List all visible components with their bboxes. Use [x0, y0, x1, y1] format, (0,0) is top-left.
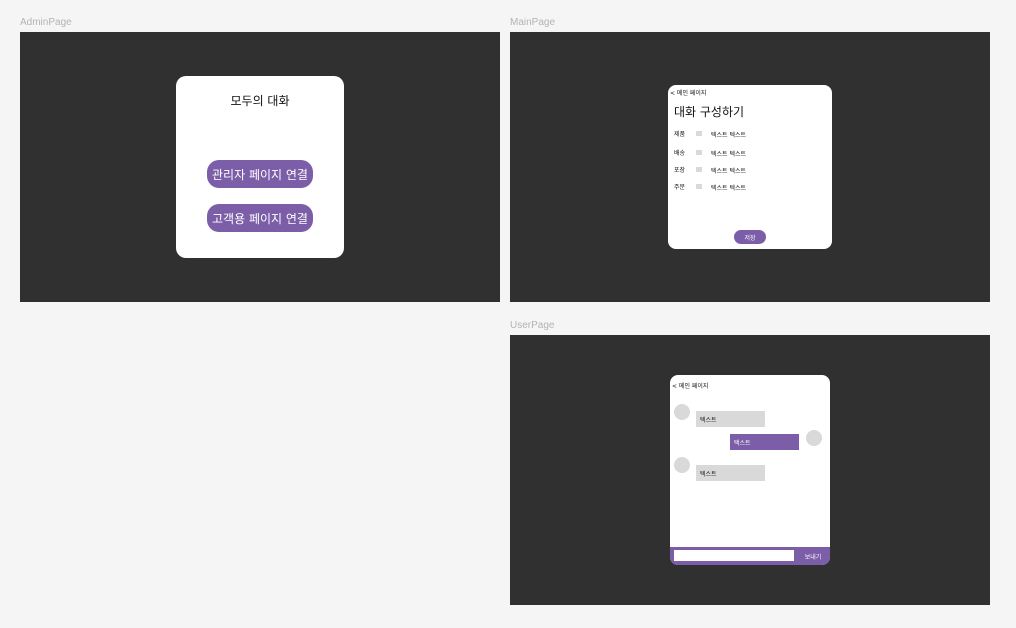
config-row-value[interactable]: 텍스트 텍스트: [711, 130, 746, 139]
config-row-value[interactable]: 텍스트 텍스트: [711, 166, 746, 175]
config-row-label: 제품: [674, 131, 686, 138]
frame-label-user: UserPage: [510, 320, 555, 331]
config-checkbox[interactable]: [696, 150, 702, 155]
config-row-label: 주문: [674, 184, 686, 191]
bot-avatar: [674, 457, 690, 473]
config-row-label: 포장: [674, 167, 686, 174]
config-checkbox[interactable]: [696, 167, 702, 172]
save-button[interactable]: 저장: [734, 230, 766, 244]
admin-card: 모두의 대화 관리자 페이지 연결 고객용 페이지 연결: [176, 76, 344, 258]
admin-page-frame: 모두의 대화 관리자 페이지 연결 고객용 페이지 연결: [20, 32, 500, 302]
config-row-packaging: 포장 텍스트 텍스트: [674, 165, 824, 175]
config-row-value[interactable]: 텍스트 텍스트: [711, 149, 746, 158]
message-compose-bar: 보내기: [670, 547, 830, 565]
config-row-product: 제품 텍스트 텍스트: [674, 129, 824, 139]
config-row-order: 주문 텍스트 텍스트: [674, 182, 824, 192]
chat-card: < 메인 페이지 텍스트 텍스트 텍스트 보내기: [670, 375, 830, 565]
bot-avatar: [674, 404, 690, 420]
incoming-message: 텍스트: [696, 465, 765, 481]
config-checkbox[interactable]: [696, 184, 702, 189]
send-button[interactable]: 보내기: [796, 547, 830, 565]
app-title: 모두의 대화: [230, 94, 290, 108]
frame-label-admin: AdminPage: [20, 17, 72, 28]
back-to-main-link[interactable]: < 메인 페이지: [672, 381, 708, 390]
config-row-shipping: 배송 텍스트 텍스트: [674, 148, 824, 158]
config-row-label: 배송: [674, 150, 686, 157]
back-to-main-link[interactable]: < 메인 페이지: [670, 88, 706, 97]
page-title: 대화 구성하기: [674, 105, 745, 119]
main-page-frame: < 메인 페이지 대화 구성하기 제품 텍스트 텍스트 배송 텍스트 텍스트 포…: [510, 32, 990, 302]
config-row-value[interactable]: 텍스트 텍스트: [711, 183, 746, 192]
frame-label-main: MainPage: [510, 17, 556, 28]
incoming-message: 텍스트: [696, 411, 765, 427]
user-avatar: [806, 430, 822, 446]
config-checkbox[interactable]: [696, 131, 702, 136]
message-input[interactable]: [674, 550, 794, 561]
customer-page-link-button[interactable]: 고객용 페이지 연결: [207, 204, 313, 232]
outgoing-message: 텍스트: [730, 434, 799, 450]
main-card: < 메인 페이지 대화 구성하기 제품 텍스트 텍스트 배송 텍스트 텍스트 포…: [668, 85, 832, 249]
admin-page-link-button[interactable]: 관리자 페이지 연결: [207, 160, 313, 188]
user-page-frame: < 메인 페이지 텍스트 텍스트 텍스트 보내기: [510, 335, 990, 605]
